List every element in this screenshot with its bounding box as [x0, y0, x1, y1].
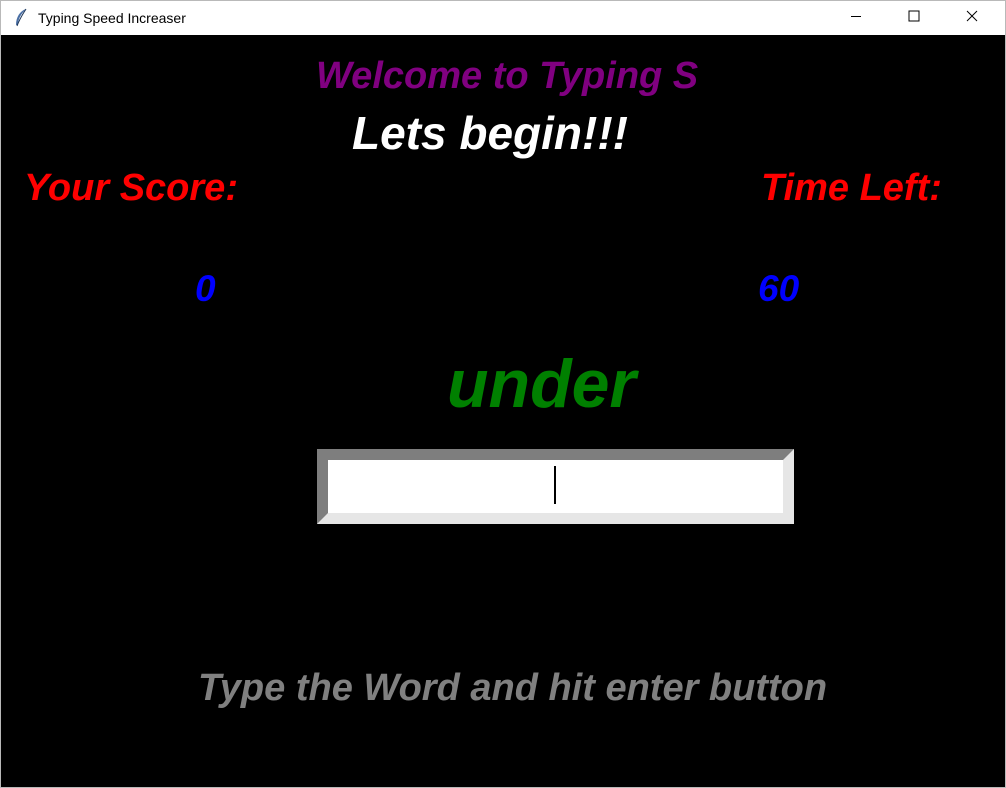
- window-title: Typing Speed Increaser: [38, 10, 186, 26]
- minimize-button[interactable]: [833, 1, 879, 35]
- score-label: Your Score:: [24, 167, 238, 209]
- begin-heading: Lets begin!!!: [352, 107, 628, 159]
- minimize-icon: [850, 9, 862, 27]
- maximize-button[interactable]: [891, 1, 937, 35]
- close-icon: [966, 9, 978, 27]
- game-canvas: Welcome to Typing S Lets begin!!! Your S…: [4, 36, 1003, 785]
- close-button[interactable]: [949, 1, 995, 35]
- feather-icon: [13, 8, 29, 28]
- instruction-text: Type the Word and hit enter button: [198, 667, 828, 709]
- maximize-icon: [908, 9, 920, 27]
- time-left-label: Time Left:: [761, 167, 942, 209]
- target-word: under: [447, 346, 636, 422]
- word-entry-frame[interactable]: [317, 449, 794, 524]
- app-window: Typing Speed Increaser Welcome to Typing…: [0, 0, 1006, 788]
- score-value: 0: [195, 268, 216, 309]
- text-cursor: [554, 466, 556, 504]
- time-left-value: 60: [758, 268, 800, 309]
- title-bar[interactable]: Typing Speed Increaser: [1, 1, 1005, 35]
- welcome-heading: Welcome to Typing S: [316, 55, 699, 97]
